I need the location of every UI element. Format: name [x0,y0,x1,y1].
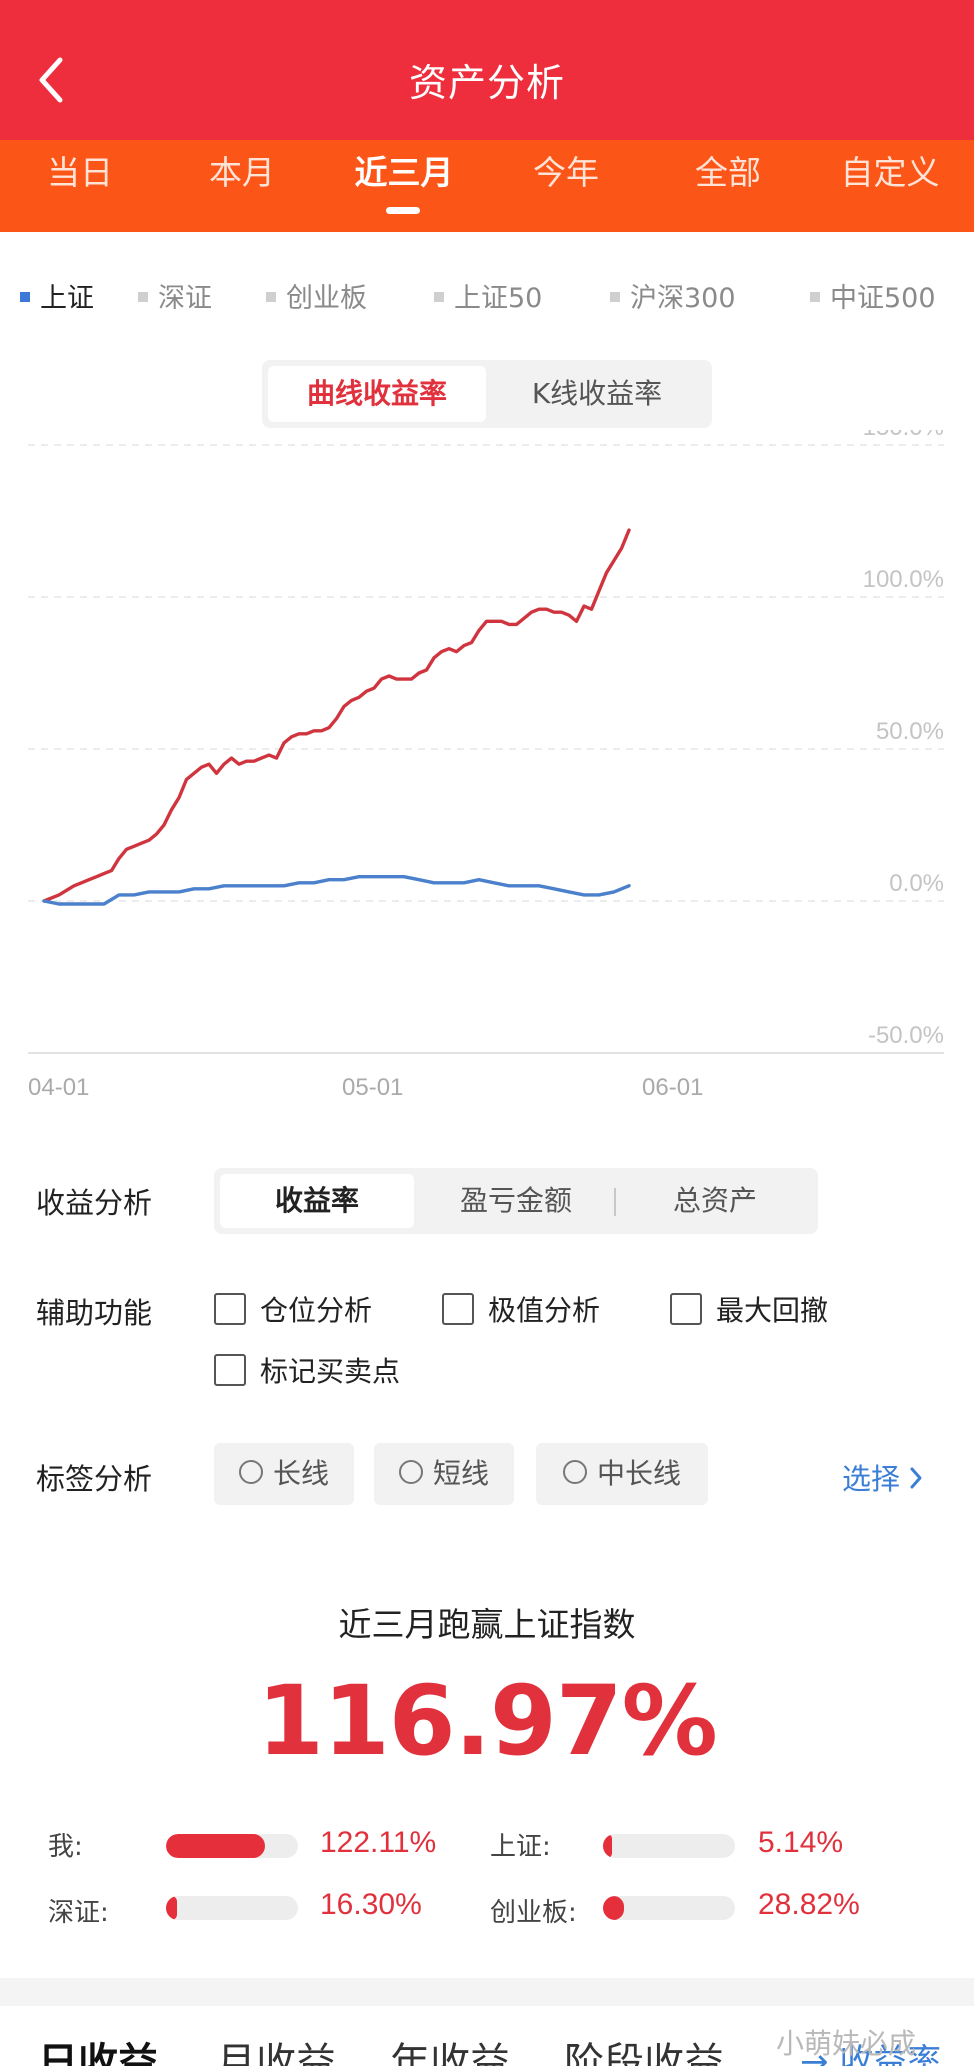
tab-last-three-months[interactable]: 近三月 [324,146,484,206]
legend-marker [138,291,148,302]
index-label: 中证500 [830,283,936,314]
checkbox-box [670,1293,702,1325]
checkbox-label: 仓位分析 [260,1294,373,1327]
compare-label-shanghai: 上证: [490,1832,551,1862]
index-shanghai[interactable]: 上证 [20,276,94,315]
profit-analysis-switch: 收益率 盈亏金额 总资产 [214,1168,818,1234]
radio-icon [398,1460,423,1484]
index-shenzhen[interactable]: 深证 [138,276,212,315]
tab-all[interactable]: 全部 [648,146,808,206]
tab-this-year[interactable]: 今年 [486,146,646,206]
checkbox-box [214,1293,246,1325]
index-return-line [42,875,631,906]
y-tick-label: 50.0% [876,718,944,745]
tag-label: 短线 [432,1457,489,1490]
extreme-analysis-checkbox[interactable]: 极值分析 [442,1289,600,1329]
y-tick-label: -50.0% [868,1022,944,1049]
radio-icon [562,1460,587,1484]
y-tick-label: 100.0% [863,566,944,593]
portfolio-return-line [42,528,631,903]
chart-mode-switch: 曲线收益率 K线收益率 [262,360,712,428]
select-tags-link[interactable]: 选择 [842,1456,926,1498]
tag-analysis-label: 标签分析 [36,1462,153,1496]
compare-value-shanghai: 5.14% [758,1826,844,1859]
tab-daily-return[interactable]: 日收益 [38,2030,158,2066]
tab-this-month[interactable]: 本月 [162,146,322,206]
index-label: 上证50 [454,283,543,314]
legend-marker [434,291,444,302]
checkbox-label: 极值分析 [488,1294,601,1327]
x-tick-label: 06-01 [642,1074,703,1101]
tab-today[interactable]: 当日 [0,146,160,206]
radio-icon [238,1460,263,1484]
compare-bar-fill [603,1834,613,1858]
tag-label: 长线 [272,1457,329,1490]
index-label: 上证 [40,283,94,314]
checkbox-label: 标记买卖点 [260,1355,401,1388]
compare-bar-fill [166,1896,177,1920]
beat-index-title: 近三月跑赢上证指数 [338,1605,636,1644]
legend-marker [810,291,820,302]
legend-marker [266,291,276,302]
tag-label: 中长线 [596,1457,681,1490]
select-label: 选择 [842,1462,901,1496]
kline-return-button[interactable]: K线收益率 [488,366,706,422]
max-drawdown-checkbox[interactable]: 最大回撤 [670,1289,828,1329]
position-analysis-checkbox[interactable]: 仓位分析 [214,1289,372,1329]
legend-marker [20,291,30,302]
compare-label-shenzhen: 深证: [48,1898,109,1928]
buy-sell-markers-checkbox[interactable]: 标记买卖点 [214,1350,400,1390]
index-label: 深证 [158,283,212,314]
compare-label-me: 我: [48,1832,83,1862]
index-label: 创业板 [286,283,367,314]
checkbox-box [442,1293,474,1325]
compare-bar-shanghai [603,1834,735,1858]
chevron-right-icon [910,1467,922,1489]
index-chinext[interactable]: 创业板 [266,276,367,315]
compare-value-me: 122.11% [320,1826,437,1859]
active-tab-indicator [386,207,420,214]
index-csi500[interactable]: 中证500 [810,276,936,315]
y-tick-label: 0.0% [889,870,944,897]
app-header: 资产分析 [0,0,974,140]
index-csi300[interactable]: 沪深300 [610,276,736,315]
index-sse50[interactable]: 上证50 [434,276,542,315]
compare-bar-chinext [603,1896,735,1920]
compare-value-shenzhen: 16.30% [320,1888,422,1921]
profit-analysis-label: 收益分析 [36,1186,153,1220]
tab-monthly-return[interactable]: 月收益 [216,2030,336,2066]
tab-yearly-return[interactable]: 年收益 [390,2030,510,2066]
page-title: 资产分析 [408,61,565,105]
curve-return-button[interactable]: 曲线收益率 [268,366,486,422]
compare-bar-me [166,1834,298,1858]
compare-value-chinext: 28.82% [758,1888,860,1921]
tab-stage-return[interactable]: 阶段收益 [564,2030,724,2066]
watermark: 小萌妹必成 [776,2027,917,2060]
y-tick-label: 150.0% [863,430,944,441]
section-divider [0,1978,974,2006]
compare-label-chinext: 创业板: [490,1898,577,1928]
tag-short-term[interactable]: 短线 [374,1443,514,1505]
total-assets-button[interactable]: 总资产 [618,1174,812,1228]
pnl-amount-button[interactable]: 盈亏金额 [419,1174,613,1228]
x-tick-label: 04-01 [28,1074,89,1101]
compare-bar-fill [166,1834,265,1858]
segment-divider [614,1188,616,1216]
compare-bar-shenzhen [166,1896,298,1920]
return-chart[interactable]: 150.0% 100.0% 50.0% 0.0% -50.0% 04-01 05-01 06-… [0,430,974,1110]
checkbox-box [214,1354,246,1386]
index-label: 沪深300 [630,283,736,314]
compare-bar-fill [603,1896,625,1920]
aux-functions-label: 辅助功能 [36,1296,153,1330]
x-tick-label: 05-01 [342,1074,403,1101]
tag-mid-long-term[interactable]: 中长线 [536,1443,708,1505]
return-rate-button[interactable]: 收益率 [220,1174,414,1228]
checkbox-label: 最大回撤 [716,1294,829,1327]
legend-marker [610,291,620,302]
beat-percent: 116.97% [257,1665,718,1777]
tab-custom[interactable]: 自定义 [810,146,970,206]
tag-long-term[interactable]: 长线 [214,1443,354,1505]
